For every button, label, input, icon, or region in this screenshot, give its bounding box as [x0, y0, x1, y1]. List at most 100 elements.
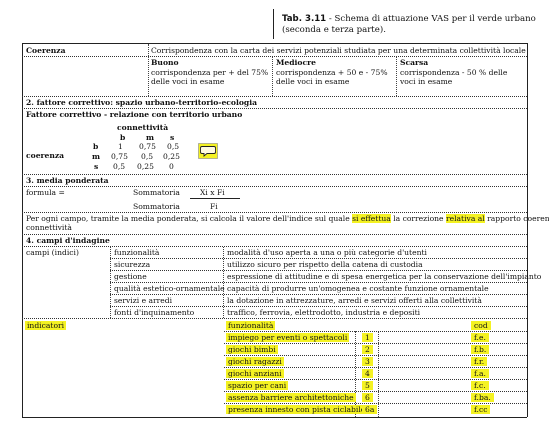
indicator-num: 3	[362, 357, 373, 366]
field-name: qualità estetico-ornamentale	[114, 284, 225, 293]
coerenza-label: Coerenza	[26, 46, 66, 55]
matrix-col-b: b	[120, 133, 126, 142]
level-scarsa-l2: voci in esame	[400, 77, 453, 86]
indicator-name: giochi anziani	[226, 369, 284, 378]
indicator-rule	[224, 391, 527, 392]
field-rule	[110, 282, 527, 283]
level-divider-2	[396, 57, 397, 96]
indicator-rule	[224, 403, 527, 404]
matrix-row-key: b	[93, 142, 99, 151]
highlight-mark: relativa al	[445, 214, 485, 223]
indicator-num: 2	[362, 345, 373, 354]
level-mediocre-l1: corrispondenza + 50 e - 75%	[276, 68, 388, 77]
indicator-code: f.a.	[471, 369, 489, 378]
matrix-col-s: s	[170, 133, 175, 142]
note-text: Per ogni campo, tramite la media pondera…	[26, 214, 353, 223]
level-divider-1	[272, 57, 273, 96]
matrix-cell: 1	[118, 142, 123, 151]
caption-line2: (seconda e terza parte).	[282, 24, 386, 35]
field-desc: modalità d'uso aperta a una o più catego…	[227, 248, 427, 257]
field-name: gestione	[114, 272, 147, 281]
field-desc: espressione di attitudine e di spesa ene…	[227, 272, 542, 281]
matrix-cell: 0,5	[167, 142, 180, 151]
matrix-cell: 0,75	[139, 142, 156, 151]
indicator-name: giochi bimbi	[226, 345, 278, 354]
field-name: funzionalità	[114, 248, 160, 257]
field-name: fonti d'inquinamento	[114, 308, 195, 317]
indicator-name: assenza barriere architettoniche	[226, 393, 356, 402]
indicator-code: f.b.	[471, 345, 490, 354]
indicator-num: 1	[362, 333, 373, 342]
formula-denominator: Fi	[210, 202, 218, 211]
formula-numerator: Xi x Fi	[200, 188, 225, 197]
formula-label: formula =	[26, 188, 65, 197]
coerenza-desc: Corrispondenza con la carta dei servizi …	[151, 46, 526, 55]
field-rule	[110, 294, 527, 295]
indicator-code: f.e.	[471, 333, 489, 342]
caption-number: Tab. 3.11	[282, 14, 327, 24]
section3-title: 3. media ponderata	[26, 176, 109, 185]
indicator-code: f.r.	[471, 357, 488, 366]
formula-sum-top: Sommatoria	[133, 188, 180, 197]
indicators-label: indicatori	[25, 321, 67, 330]
level-scarsa-l1: corrispondenza - 50 % delle	[400, 68, 508, 77]
field-desc: capacità di produrre un'omogenea e costa…	[227, 284, 489, 293]
field-name: sicurezza	[114, 260, 151, 269]
indicator-head-code: cod	[471, 321, 491, 330]
section2-title: 2. fattore correttivo: spazio urbano-ter…	[26, 98, 258, 107]
weighted-average-note: Per ogni campo, tramite la media pondera…	[26, 214, 549, 223]
indicator-code: f.c.	[471, 381, 489, 390]
indicator-rule	[224, 331, 527, 332]
level-scarsa-head: Scarsa	[400, 58, 429, 67]
matrix-cell: 0,5	[113, 162, 126, 171]
section3-sub-rule	[22, 186, 527, 187]
section4-title: 4. campi d'indagine	[26, 236, 110, 245]
coerenza-divider	[148, 44, 149, 96]
level-buono-l2: delle voci in esame	[151, 77, 225, 86]
indicator-rule	[224, 379, 527, 380]
matrix-cell: 0,5	[141, 152, 154, 161]
matrix-cell: 0	[169, 162, 174, 171]
matrix-col-title: connettività	[117, 123, 169, 132]
formula-sum-bottom: Sommatoria	[133, 202, 180, 211]
table-caption: Tab. 3.11 - Schema di attuazione VAS per…	[282, 14, 536, 35]
matrix-row-key: m	[92, 152, 101, 161]
indicator-rule	[224, 355, 527, 356]
indicators-rule	[22, 318, 527, 319]
indicator-name: impiego per eventi o spettacoli	[226, 333, 350, 342]
field-desc: la dotazione in attrezzature, arredi e s…	[227, 296, 482, 305]
comment-note-icon[interactable]	[198, 143, 218, 159]
note-rule	[22, 212, 527, 213]
note-text: la correzione	[390, 214, 446, 223]
section2-rule	[22, 96, 527, 97]
fraction-bar	[190, 198, 240, 199]
indicator-num: 5	[362, 381, 373, 390]
highlight-mark: si effettua	[352, 214, 391, 223]
indicator-name: presenza innesto con pista ciclabile	[226, 405, 368, 414]
note-text: rapporto coerenza-	[487, 214, 549, 223]
section4-sub-rule	[22, 246, 527, 247]
matrix-col-m: m	[146, 133, 155, 142]
field-desc: utilizzo sicuro per rispetto della caten…	[227, 260, 423, 269]
matrix-cell: 0,25	[163, 152, 180, 161]
section2-subtitle: Fattore correttivo - relazione con terri…	[26, 110, 243, 119]
fields-col-label: campi (indici)	[26, 248, 79, 257]
table-top-rule	[22, 43, 527, 44]
indicator-code: f.cc	[471, 405, 491, 414]
indicator-num: 4	[362, 369, 373, 378]
level-buono-l1: corrispondenza per + del 75%	[151, 68, 269, 77]
coerenza-rule	[22, 56, 527, 57]
level-mediocre-l2: delle voci in esame	[276, 77, 350, 86]
caption-rule	[273, 9, 274, 39]
indicator-name: giochi ragazzi	[226, 357, 284, 366]
indicator-rule	[224, 343, 527, 344]
note-text-2: connettività	[26, 223, 72, 232]
indicator-num: 6a	[362, 405, 378, 414]
indicator-code: f.ba.	[471, 393, 494, 402]
matrix-cell: 0,75	[111, 152, 128, 161]
caption-line1: - Schema di attuazione VAS per il verde …	[326, 14, 536, 24]
indicator-name: spazio per cani	[226, 381, 289, 390]
section4-rule	[22, 234, 527, 235]
level-buono-head: Buono	[151, 58, 179, 67]
level-mediocre-head: Mediocre	[276, 58, 316, 67]
